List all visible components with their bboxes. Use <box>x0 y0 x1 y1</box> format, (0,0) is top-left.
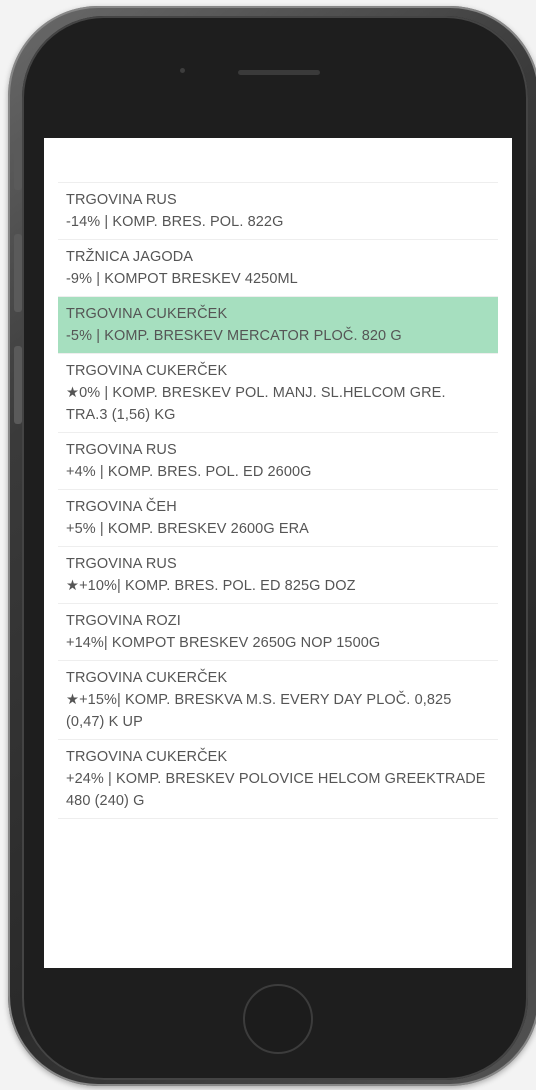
list-item[interactable]: TRGOVINA RUS ★+10%| KOMP. BRES. POL. ED 8… <box>58 547 498 604</box>
list-item[interactable]: TRGOVINA ROZI +14%| KOMPOT BRESKEV 2650G … <box>58 604 498 661</box>
store-name: TRGOVINA RUS <box>66 192 177 208</box>
store-name: TRŽNICA JAGODA <box>66 249 194 265</box>
store-name: TRGOVINA RUS <box>66 442 177 458</box>
store-name: TRGOVINA CUKERČEK <box>66 670 228 686</box>
price-change-detail: -14% | KOMP. BRES. POL. 822G <box>66 214 284 230</box>
price-change-detail: +4% | KOMP. BRES. POL. ED 2600G <box>66 464 312 480</box>
phone-screen: TRGOVINA RUS -14% | KOMP. BRES. POL. 822G… <box>44 138 512 968</box>
earpiece-speaker <box>238 70 320 75</box>
store-name: TRGOVINA ROZI <box>66 613 181 629</box>
price-change-detail: -5% | KOMP. BRESKEV MERCATOR PLOČ. 820 G <box>66 328 402 344</box>
volume-up-button <box>14 234 22 312</box>
price-change-detail: ★+10%| KOMP. BRES. POL. ED 825G DOZ <box>66 578 356 594</box>
list-item[interactable]: TRGOVINA CUKERČEK +24% | KOMP. BRESKEV PO… <box>58 740 498 819</box>
home-button[interactable] <box>243 984 313 1054</box>
list-item[interactable]: TRGOVINA RUS +4% | KOMP. BRES. POL. ED 26… <box>58 433 498 490</box>
list-item[interactable]: TRGOVINA CUKERČEK ★0% | KOMP. BRESKEV POL… <box>58 354 498 433</box>
list-item[interactable]: TRGOVINA CUKERČEK -5% | KOMP. BRESKEV MER… <box>58 297 498 354</box>
store-name: TRGOVINA CUKERČEK <box>66 306 228 322</box>
price-change-detail: ★+15%| KOMP. BRESKVA M.S. EVERY DAY PLOČ… <box>66 692 452 730</box>
price-change-detail: +5% | KOMP. BRESKEV 2600G ERA <box>66 521 309 537</box>
front-camera <box>180 68 185 73</box>
store-name: TRGOVINA ČEH <box>66 499 177 515</box>
phone-mockup: TRGOVINA RUS -14% | KOMP. BRES. POL. 822G… <box>0 0 536 1090</box>
store-name: TRGOVINA RUS <box>66 556 177 572</box>
list-item[interactable]: TRGOVINA CUKERČEK ★+15%| KOMP. BRESKVA M.… <box>58 661 498 740</box>
price-change-detail: +14%| KOMPOT BRESKEV 2650G NOP 1500G <box>66 635 381 651</box>
price-change-detail: -9% | KOMPOT BRESKEV 4250ML <box>66 271 298 287</box>
list-item[interactable]: TRŽNICA JAGODA -9% | KOMPOT BRESKEV 4250M… <box>58 240 498 297</box>
list-item[interactable]: TRGOVINA ČEH +5% | KOMP. BRESKEV 2600G ER… <box>58 490 498 547</box>
store-name: TRGOVINA CUKERČEK <box>66 749 228 765</box>
price-change-detail: ★0% | KOMP. BRESKEV POL. MANJ. SL.HELCOM… <box>66 385 446 423</box>
price-change-detail: +24% | KOMP. BRESKEV POLOVICE HELCOM GRE… <box>66 771 486 809</box>
list-item[interactable]: TRGOVINA RUS -14% | KOMP. BRES. POL. 822G <box>58 183 498 240</box>
store-name: TRGOVINA CUKERČEK <box>66 363 228 379</box>
volume-down-button <box>14 346 22 424</box>
price-list[interactable]: TRGOVINA RUS -14% | KOMP. BRES. POL. 822G… <box>58 182 498 883</box>
mute-switch <box>14 146 22 190</box>
